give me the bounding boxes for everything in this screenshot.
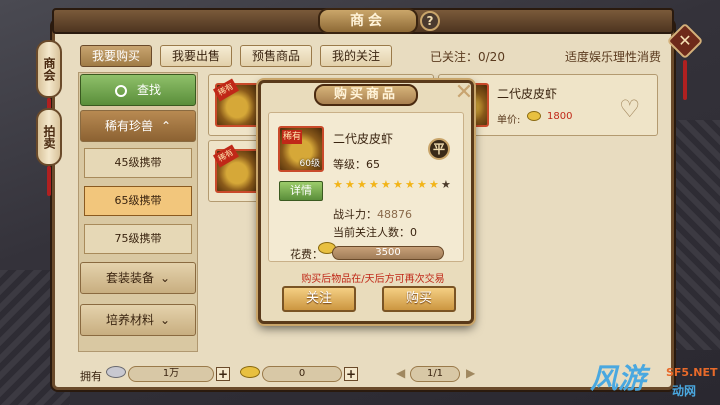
chevron-down-icon: ⌄ <box>159 313 171 327</box>
star-icon: ★ <box>405 178 415 191</box>
side-tab-auction[interactable]: 拍卖 <box>36 108 62 166</box>
watermark-sub: SF5.NET <box>666 366 718 379</box>
grade-label: 等级： <box>333 158 366 171</box>
silver-ingot-icon <box>106 366 126 378</box>
search-icon <box>114 84 127 97</box>
star-icon: ★ <box>333 178 343 191</box>
own-label: 拥有 <box>80 370 102 383</box>
power-row: 战斗力：48876 <box>333 206 412 222</box>
search-button[interactable]: 查找 <box>80 74 196 106</box>
star-rating: ★ ★ ★ ★ ★ ★ ★ ★ ★ ★ <box>333 178 451 192</box>
grade-row: 等级：65 <box>333 156 380 172</box>
pet-level-badge: 60级 <box>299 159 320 169</box>
dialog-title: 购买商品 <box>314 84 418 106</box>
category-rare-pets[interactable]: 稀有珍兽 ⌃ <box>80 110 196 142</box>
category-label: 稀有珍兽 <box>104 119 153 133</box>
site-watermark: 风游 SF5.NET 动网 <box>590 362 720 405</box>
category-label: 套装装备 <box>105 271 154 285</box>
heart-icon[interactable]: ♡ <box>619 97 641 121</box>
slogan-text: 适度娱乐理性消费 <box>565 50 662 64</box>
tab-sell[interactable]: 我要出售 <box>160 45 232 67</box>
roof-right <box>670 120 720 350</box>
star-icon: ★ <box>417 178 427 191</box>
detail-button[interactable]: 详情 <box>279 181 323 201</box>
tassel-decoration <box>683 60 687 100</box>
close-dialog-button[interactable]: ✕ <box>454 82 474 104</box>
category-label: 培养材料 <box>105 313 154 327</box>
trade-warning: 购买后物品在/天后方可再次交易 <box>301 274 445 285</box>
chevron-down-icon: ⌄ <box>159 271 171 285</box>
page-indicator: 1/1 <box>410 366 460 382</box>
tab-following[interactable]: 我的关注 <box>320 45 392 67</box>
help-button[interactable]: ? <box>420 11 440 31</box>
star-icon: ★ <box>357 178 367 191</box>
unit-price-label: 单价: <box>497 115 521 126</box>
flat-price-badge: 平 <box>428 138 450 160</box>
grade-value: 65 <box>366 158 380 171</box>
item-icon: 稀有 <box>212 78 259 127</box>
gold-ingot-icon <box>240 366 260 378</box>
subcategory-75[interactable]: 75级携带 <box>84 224 192 254</box>
star-icon: ★ <box>429 178 439 191</box>
star-icon: ★ <box>345 178 355 191</box>
followers-row: 当前关注人数：0 <box>333 224 417 240</box>
close-icon: ✕ <box>678 31 692 50</box>
watermark-tag: 动网 <box>672 384 697 398</box>
pet-name: 二代皮皮虾 <box>333 132 394 146</box>
rare-ribbon: 稀有 <box>212 78 240 102</box>
tassel-decoration <box>47 166 51 196</box>
tab-buy[interactable]: 我要购买 <box>80 45 152 67</box>
tab-presale[interactable]: 预售商品 <box>240 45 312 67</box>
star-icon: ★ <box>441 178 451 191</box>
rare-ribbon: 稀有 <box>212 144 240 168</box>
next-page-icon[interactable]: ▶ <box>466 366 475 380</box>
category-materials[interactable]: 培养材料 ⌄ <box>80 304 196 336</box>
subcategory-45[interactable]: 45级携带 <box>84 148 192 178</box>
buy-button[interactable]: 购买 <box>382 286 456 312</box>
unit-price: 1800 <box>547 111 573 122</box>
add-silver-button[interactable]: + <box>216 367 230 381</box>
rare-ribbon: 稀有 <box>282 130 302 144</box>
gold-ingot-icon <box>527 111 541 121</box>
item-name: 二代皮皮虾 <box>497 87 558 101</box>
gold-amount: 0 <box>262 366 342 382</box>
subcategory-65[interactable]: 65级携带 <box>84 186 192 216</box>
side-tab-market[interactable]: 商会 <box>36 40 62 98</box>
window-title: 商会 <box>318 8 418 34</box>
star-icon: ★ <box>381 178 391 191</box>
followed-count: 已关注：0/20 <box>430 50 505 64</box>
category-sets[interactable]: 套装装备 ⌄ <box>80 262 196 294</box>
silver-amount: 1万 <box>128 366 214 382</box>
star-icon: ★ <box>369 178 379 191</box>
pet-icon: 稀有 60级 <box>278 126 324 172</box>
followers-value: 0 <box>410 226 417 239</box>
follow-button[interactable]: 关注 <box>282 286 356 312</box>
cost-value: 3500 <box>332 246 444 260</box>
watermark-main: 风游 <box>590 362 647 395</box>
star-icon: ★ <box>393 178 403 191</box>
followers-label: 当前关注人数： <box>333 226 410 239</box>
item-icon: 稀有 <box>212 144 259 193</box>
add-gold-button[interactable]: + <box>344 367 358 381</box>
power-value: 48876 <box>377 208 412 221</box>
chevron-up-icon: ⌃ <box>160 119 172 133</box>
search-label: 查找 <box>136 83 161 97</box>
power-label: 战斗力： <box>333 208 377 221</box>
prev-page-icon[interactable]: ◀ <box>396 366 405 380</box>
